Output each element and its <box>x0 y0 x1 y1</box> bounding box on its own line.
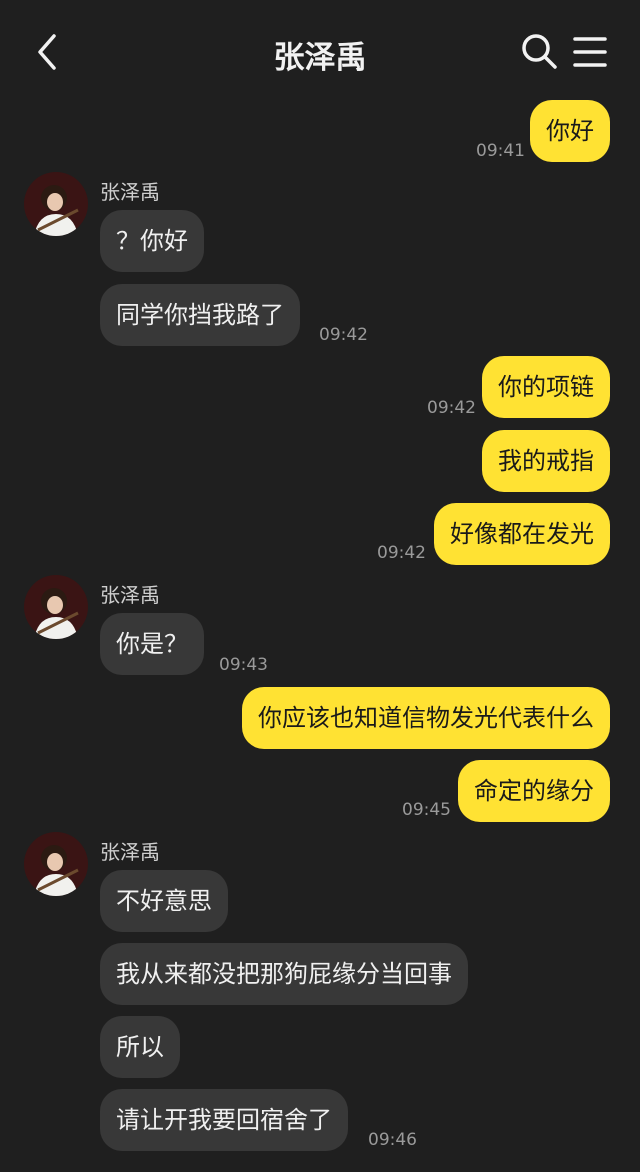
message-bubble-outgoing[interactable]: 好像都在发光 <box>434 503 610 565</box>
message-time: 09:42 <box>377 543 426 563</box>
menu-icon <box>573 37 607 67</box>
search-icon <box>522 34 557 69</box>
message-bubble-outgoing[interactable]: 你的项链 <box>482 356 610 418</box>
menu-button[interactable] <box>572 35 608 69</box>
message-bubble-outgoing[interactable]: 你好 <box>530 100 610 162</box>
contact-avatar[interactable] <box>24 832 88 896</box>
message-bubble-incoming[interactable]: 不好意思 <box>100 870 228 932</box>
avatar-photo <box>24 832 88 896</box>
message-time: 09:43 <box>219 655 268 675</box>
message-bubble-incoming[interactable]: 所以 <box>100 1016 180 1078</box>
message-bubble-incoming[interactable]: 你是？ <box>100 613 204 675</box>
contact-avatar[interactable] <box>24 575 88 639</box>
message-time: 09:41 <box>476 141 525 161</box>
back-button[interactable] <box>30 32 66 72</box>
message-bubble-incoming[interactable]: 我从来都没把那狗屁缘分当回事 <box>100 943 468 1005</box>
message-bubble-outgoing[interactable]: 我的戒指 <box>482 430 610 492</box>
sender-name: 张泽禹 <box>100 840 160 864</box>
sender-name: 张泽禹 <box>100 583 160 607</box>
message-time: 09:46 <box>368 1130 417 1150</box>
message-bubble-incoming[interactable]: 请让开我要回宿舍了 <box>100 1089 348 1151</box>
avatar-photo <box>24 575 88 639</box>
sender-name: 张泽禹 <box>100 180 160 204</box>
chevron-left-icon <box>38 34 56 70</box>
message-time: 09:42 <box>319 325 368 345</box>
message-bubble-incoming[interactable]: 同学你挡我路了 <box>100 284 300 346</box>
chat-header: 张泽禹 <box>0 0 640 100</box>
message-bubble-incoming[interactable]: ？你好 <box>100 210 204 272</box>
message-time: 09:45 <box>402 800 451 820</box>
message-time: 09:42 <box>427 398 476 418</box>
contact-avatar[interactable] <box>24 172 88 236</box>
message-bubble-outgoing[interactable]: 命定的缘分 <box>458 760 610 822</box>
search-button[interactable] <box>520 32 558 70</box>
message-bubble-outgoing[interactable]: 你应该也知道信物发光代表什么 <box>242 687 610 749</box>
avatar-photo <box>24 172 88 236</box>
